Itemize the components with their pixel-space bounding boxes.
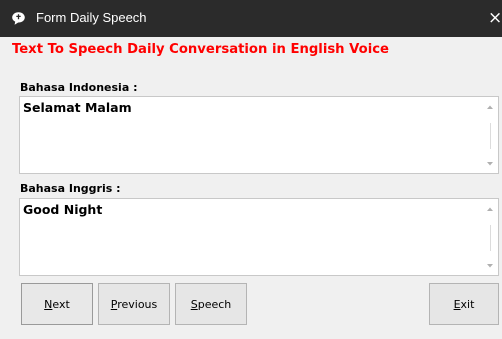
speech-button[interactable]: Speech bbox=[175, 283, 247, 325]
title-bar[interactable]: Form Daily Speech × bbox=[0, 0, 502, 37]
page-heading: Text To Speech Daily Conversation in Eng… bbox=[12, 42, 389, 57]
speech-button-label: Speech bbox=[190, 297, 232, 311]
exit-button-label: Exit bbox=[453, 297, 475, 311]
scroll-track bbox=[490, 225, 491, 251]
indonesian-text: Selamat Malam bbox=[23, 100, 132, 115]
scroll-up-icon[interactable] bbox=[486, 205, 494, 213]
indonesian-label: Bahasa Indonesia : bbox=[20, 81, 138, 94]
english-scrollbar[interactable] bbox=[482, 199, 498, 275]
next-button-label: Next bbox=[44, 297, 70, 311]
form-daily-speech-window: Form Daily Speech × Text To Speech Daily… bbox=[0, 0, 502, 339]
window-title: Form Daily Speech bbox=[36, 10, 147, 25]
close-icon[interactable]: × bbox=[488, 0, 502, 37]
english-text: Good Night bbox=[23, 202, 103, 217]
indonesian-textbox[interactable]: Selamat Malam bbox=[19, 96, 499, 174]
english-textbox[interactable]: Good Night bbox=[19, 198, 499, 276]
previous-button-label: Previous bbox=[110, 297, 158, 311]
next-button[interactable]: Next bbox=[21, 283, 93, 325]
previous-button[interactable]: Previous bbox=[98, 283, 170, 325]
scroll-track bbox=[490, 123, 491, 149]
exit-button[interactable]: Exit bbox=[429, 283, 499, 325]
english-label: Bahasa Inggris : bbox=[20, 182, 121, 195]
speech-bubble-icon bbox=[11, 11, 26, 26]
scroll-down-icon[interactable] bbox=[486, 160, 494, 168]
indonesian-scrollbar[interactable] bbox=[482, 97, 498, 173]
scroll-down-icon[interactable] bbox=[486, 262, 494, 270]
scroll-up-icon[interactable] bbox=[486, 103, 494, 111]
